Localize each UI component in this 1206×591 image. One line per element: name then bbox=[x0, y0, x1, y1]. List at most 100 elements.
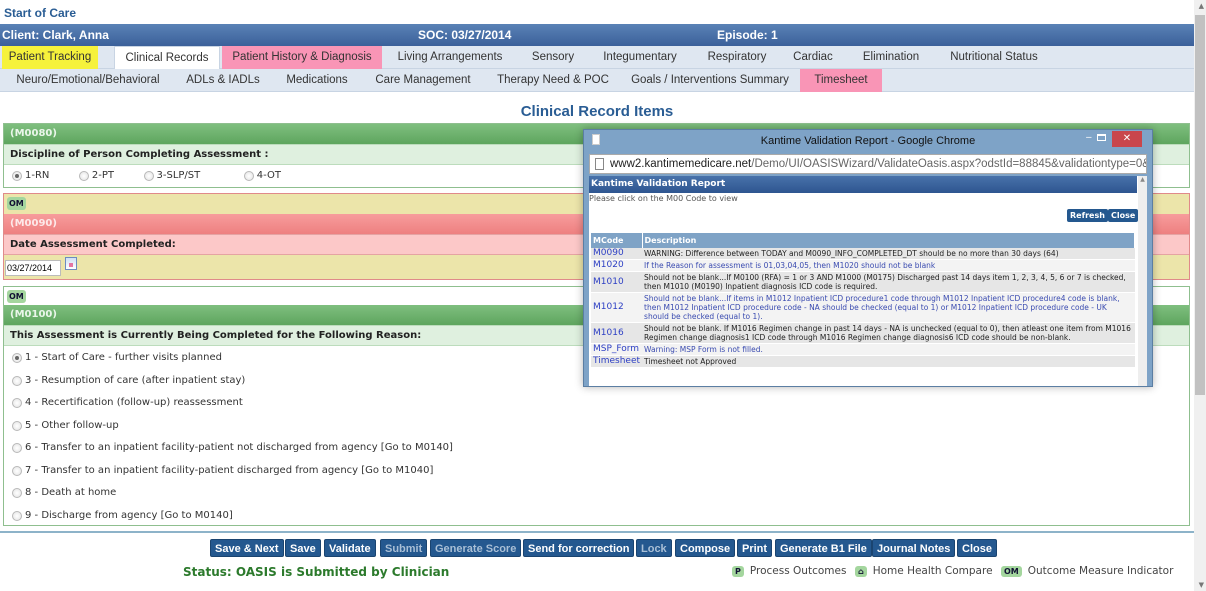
calendar-icon[interactable] bbox=[64, 257, 77, 270]
tab-integumentary[interactable]: Integumentary bbox=[596, 46, 684, 69]
print-button[interactable]: Print bbox=[737, 539, 773, 557]
table-row: M1010 Should not be blank...If M0100 (RFA… bbox=[591, 271, 1135, 293]
validate-button[interactable]: Validate bbox=[324, 539, 376, 557]
radio[interactable] bbox=[12, 420, 22, 431]
table-row: M1020 If the Reason for assessment is 01,… bbox=[591, 259, 1135, 272]
table-row: MSP_Form Warning: MSP Form is not filled. bbox=[591, 343, 1135, 356]
soc-date: SOC: 03/27/2014 bbox=[418, 28, 512, 42]
generate-b1-file-button[interactable]: Generate B1 File bbox=[775, 539, 872, 557]
reason-option[interactable]: 4 - Recertification (follow-up) reassess… bbox=[4, 392, 1189, 415]
tab-living-arrangements[interactable]: Living Arrangements bbox=[390, 46, 510, 69]
mcode-link[interactable]: MSP_Form bbox=[591, 343, 643, 356]
tab-neuro-emotional-behavioral[interactable]: Neuro/Emotional/Behavioral bbox=[8, 69, 168, 92]
mcode-link[interactable]: Timesheet bbox=[591, 355, 643, 368]
tab-medications[interactable]: Medications bbox=[280, 69, 354, 92]
tab-cardiac[interactable]: Cardiac bbox=[787, 46, 839, 69]
clinical-record-items-heading: Clinical Record Items bbox=[520, 103, 674, 120]
report-hint: Please click on the M00 Code to view bbox=[589, 194, 738, 203]
mcode-link[interactable]: M0090 bbox=[591, 248, 643, 260]
status-text: Status: OASIS is Submitted by Clinician bbox=[183, 565, 450, 579]
tab-elimination[interactable]: Elimination bbox=[855, 46, 927, 69]
radio-3-slp-st[interactable] bbox=[143, 171, 154, 181]
discipline-option-1-rn[interactable]: 1-RN bbox=[12, 169, 49, 182]
radio[interactable] bbox=[12, 353, 22, 363]
tab-patient-tracking[interactable]: Patient Tracking bbox=[2, 46, 98, 69]
save-next-button[interactable]: Save & Next bbox=[210, 539, 284, 557]
tab-goals-interventions-summary[interactable]: Goals / Interventions Summary bbox=[628, 69, 792, 92]
generate-score-button[interactable]: Generate Score bbox=[430, 539, 522, 557]
radio[interactable] bbox=[12, 375, 22, 386]
tab-care-management[interactable]: Care Management bbox=[370, 69, 476, 92]
radio[interactable] bbox=[12, 510, 22, 521]
radio-2-pt[interactable] bbox=[78, 171, 89, 181]
mcode-link[interactable]: M1020 bbox=[591, 259, 643, 272]
discipline-option-3-slp-st[interactable]: 3-SLP/ST bbox=[143, 169, 200, 182]
refresh-button[interactable]: Refresh bbox=[1067, 209, 1108, 222]
scroll-down-icon[interactable]: ▼ bbox=[1199, 581, 1204, 589]
radio[interactable] bbox=[12, 488, 22, 498]
scroll-up-icon[interactable]: ▲ bbox=[1199, 2, 1204, 10]
col-description: Description bbox=[642, 233, 1136, 248]
mcode-link[interactable]: M1012 bbox=[591, 292, 643, 323]
submit-button[interactable]: Submit bbox=[380, 539, 428, 557]
legend-label: Home Health Compare bbox=[872, 565, 993, 577]
tab-nutritional-status[interactable]: Nutritional Status bbox=[942, 46, 1046, 69]
tab-therapy-need-poc[interactable]: Therapy Need & POC bbox=[490, 69, 616, 92]
report-scrollbar[interactable]: ▲ bbox=[1138, 176, 1147, 386]
validation-report-window: Kantime Validation Report - Google Chrom… bbox=[583, 129, 1153, 387]
legend-outcome-measure-indicator: OM Outcome Measure Indicator bbox=[1001, 565, 1173, 577]
save-button[interactable]: Save bbox=[285, 539, 321, 557]
radio-4-ot[interactable] bbox=[243, 171, 254, 181]
legend-label: Process Outcomes bbox=[749, 565, 847, 577]
page-icon bbox=[595, 158, 604, 170]
url-host: www2.kantimemedicare.net bbox=[610, 158, 752, 170]
discipline-option-4-ot[interactable]: 4-OT bbox=[243, 169, 281, 182]
radio[interactable] bbox=[12, 465, 22, 476]
report-body: Kantime Validation Report Please click o… bbox=[589, 176, 1147, 386]
table-row: M1016 Should not be blank. If M1016 Regim… bbox=[591, 322, 1135, 344]
journal-notes-button[interactable]: Journal Notes bbox=[872, 539, 956, 557]
reason-option[interactable]: 7 - Transfer to an inpatient facility-pa… bbox=[4, 460, 1189, 483]
lock-button[interactable]: Lock bbox=[636, 539, 672, 557]
tab-patient-history-diagnosis[interactable]: Patient History & Diagnosis bbox=[222, 46, 382, 69]
tab-respiratory[interactable]: Respiratory bbox=[697, 46, 777, 69]
reason-option[interactable]: 8 - Death at home bbox=[4, 482, 1189, 505]
table-row: M1012 Should not be blank...If items in M… bbox=[591, 292, 1135, 323]
close-button[interactable]: Close bbox=[957, 539, 997, 557]
radio-1-rn[interactable] bbox=[12, 171, 22, 181]
discipline-option-2-pt[interactable]: 2-PT bbox=[78, 169, 114, 182]
page-title: Start of Care bbox=[4, 6, 77, 20]
report-close-button[interactable]: Close bbox=[1108, 209, 1139, 222]
legend-process-outcomes: PHome Health CompareProcess Outcomes bbox=[732, 565, 846, 577]
mcode-link[interactable]: M1016 bbox=[591, 322, 643, 344]
tab-clinical-records[interactable]: Clinical Records bbox=[114, 46, 220, 69]
tabs-row-secondary: Neuro/Emotional/Behavioral ADLs & IADLs … bbox=[0, 69, 1194, 92]
reason-option[interactable]: 6 - Transfer to an inpatient facility-pa… bbox=[4, 437, 1189, 460]
row-description: Should not be blank. If M1016 Regimen ch… bbox=[642, 322, 1135, 344]
row-description: Should not be blank...If M0100 (RFA) = 1… bbox=[642, 271, 1135, 293]
send-for-correction-button[interactable]: Send for correction bbox=[523, 539, 635, 557]
tab-timesheet[interactable]: Timesheet bbox=[800, 69, 882, 92]
process-outcomes-icon: P bbox=[732, 565, 744, 577]
episode-number: Episode: 1 bbox=[717, 28, 778, 42]
home-icon: ⌂ bbox=[855, 565, 867, 577]
maximize-icon[interactable] bbox=[1097, 134, 1106, 141]
date-assessment-completed-input[interactable] bbox=[5, 260, 61, 276]
legend-home-health-compare: ⌂ Home Health Compare bbox=[855, 565, 993, 577]
mcode-link[interactable]: M1010 bbox=[591, 271, 643, 293]
scroll-thumb[interactable] bbox=[1195, 15, 1205, 395]
radio[interactable] bbox=[12, 398, 22, 408]
compose-button[interactable]: Compose bbox=[675, 539, 736, 557]
reason-option[interactable]: 5 - Other follow-up bbox=[4, 415, 1189, 438]
tab-sensory[interactable]: Sensory bbox=[524, 46, 582, 69]
reason-option[interactable]: 9 - Discharge from agency [Go to M0140] bbox=[4, 505, 1189, 528]
url-bar[interactable]: www2.kantimemedicare.net/Demo/UI/OASISWi… bbox=[589, 154, 1147, 174]
tabs-row-primary: Patient Tracking Clinical Records Patien… bbox=[0, 46, 1194, 69]
tab-adls-iadls[interactable]: ADLs & IADLs bbox=[178, 69, 268, 92]
minimize-icon[interactable]: ‒ bbox=[1086, 132, 1092, 143]
row-description: Warning: MSP Form is not filled. bbox=[642, 343, 1135, 356]
radio[interactable] bbox=[12, 443, 22, 453]
page-scrollbar[interactable]: ▲ ▼ bbox=[1194, 0, 1206, 591]
window-close-button[interactable]: ✕ bbox=[1112, 131, 1142, 147]
client-bar: Client: Clark, Anna SOC: 03/27/2014 Epis… bbox=[0, 24, 1194, 46]
